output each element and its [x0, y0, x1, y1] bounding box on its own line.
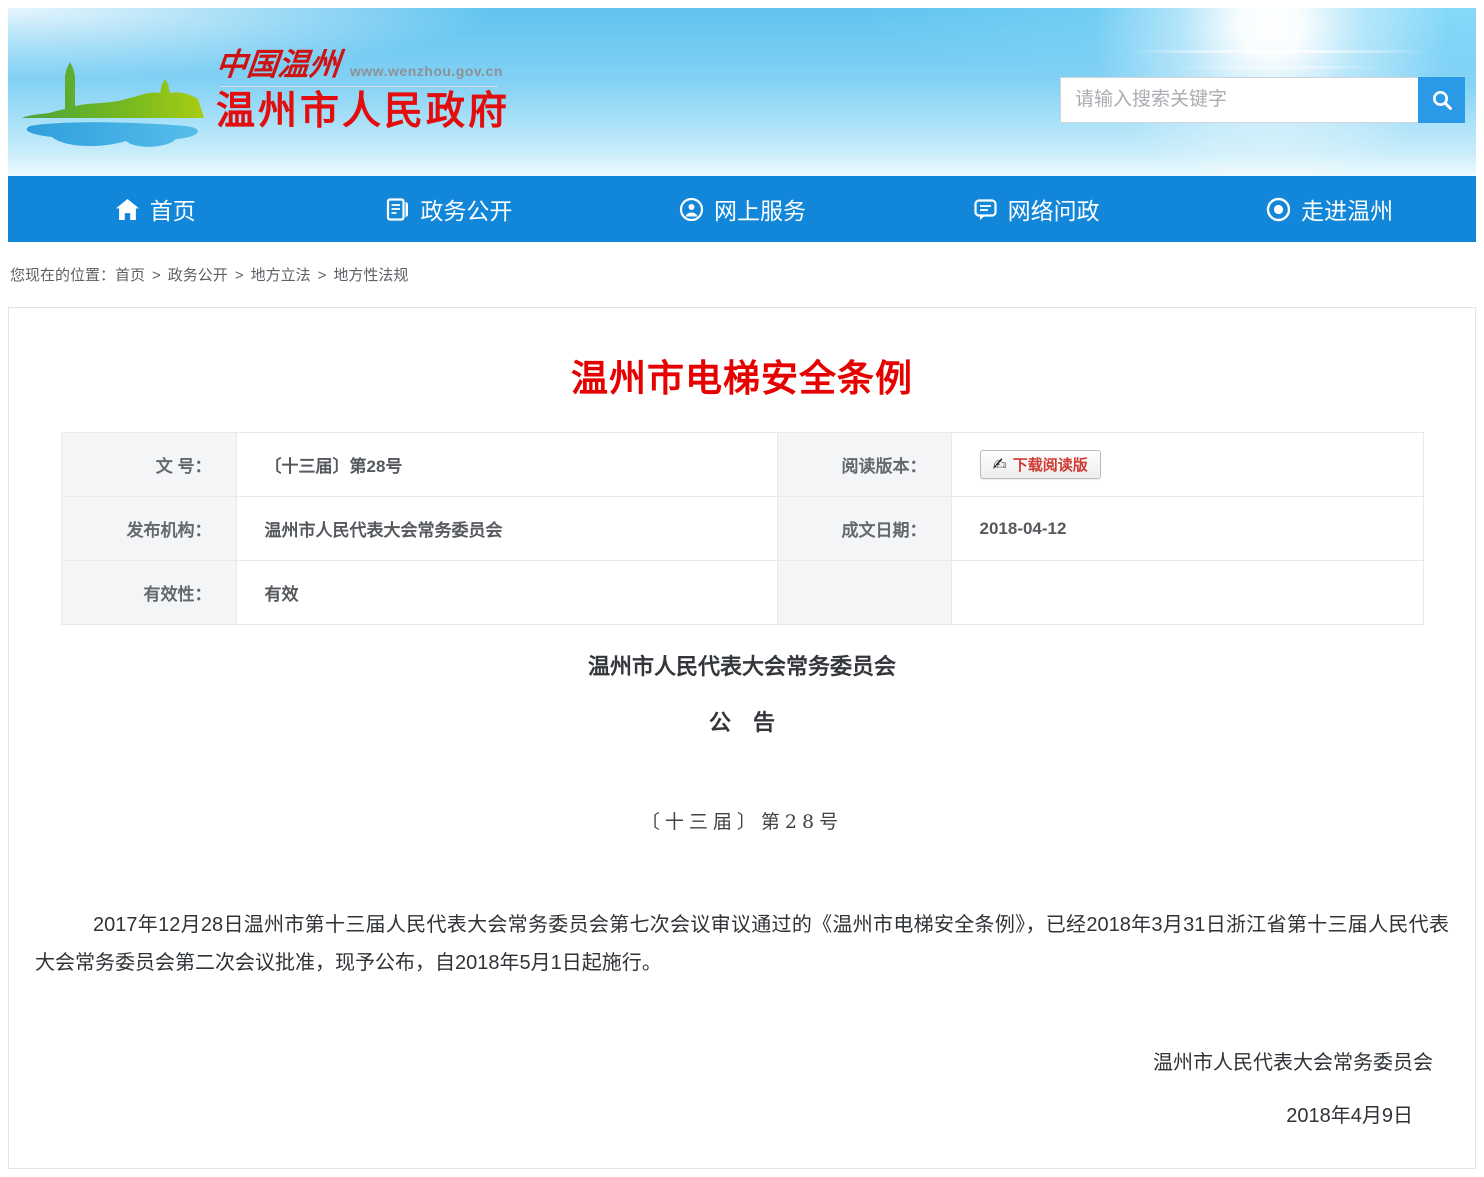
logo-text: 中国温州 www.wenzhou.gov.cn 温州市人民政府: [216, 38, 510, 134]
issuing-org-heading: 温州市人民代表大会常务委员会: [9, 649, 1475, 681]
breadcrumb-separator: >: [152, 267, 161, 284]
validity-value: 有效: [236, 561, 777, 625]
breadcrumb-link-local-regulations[interactable]: 地方性法规: [333, 267, 408, 284]
nav-label: 政务公开: [420, 192, 512, 226]
doc-number-line: 〔十三届〕第28号: [9, 807, 1475, 834]
table-row: 有效性： 有效: [61, 561, 1423, 625]
breadcrumb-separator: >: [235, 267, 244, 284]
table-row: 发布机构： 温州市人民代表大会常务委员会 成文日期： 2018-04-12: [61, 497, 1423, 561]
sun-glare-decoration: [1168, 66, 1388, 69]
article-container: 温州市电梯安全条例 文 号： 〔十三届〕第28号 阅读版本： ✍ 下载阅读版 发布…: [8, 307, 1476, 1169]
date-label: 成文日期：: [777, 497, 951, 561]
page-title: 温州市电梯安全条例: [9, 348, 1475, 402]
breadcrumb-link-gov-affairs[interactable]: 政务公开: [168, 267, 228, 284]
home-icon: [114, 196, 141, 223]
validity-label: 有效性：: [61, 561, 236, 625]
announcement-paragraph: 2017年12月28日温州市第十三届人民代表大会常务委员会第七次会议审议通过的《…: [35, 906, 1449, 982]
brand-script-text: 中国温州: [214, 50, 341, 81]
signature-date: 2018年4月9日: [9, 1099, 1413, 1128]
document-icon: [384, 196, 411, 223]
writing-hand-icon: ✍: [993, 455, 1007, 475]
search-input[interactable]: [1060, 77, 1418, 123]
nav-item-gov-affairs[interactable]: 政务公开: [302, 176, 596, 242]
download-reading-version-button[interactable]: ✍ 下载阅读版: [980, 450, 1101, 479]
signature-org: 温州市人民代表大会常务委员会: [9, 1046, 1433, 1075]
page: 中国温州 www.wenzhou.gov.cn 温州市人民政府: [8, 8, 1476, 1169]
chat-bubble-icon: [972, 196, 999, 223]
download-button-label: 下载阅读版: [1013, 454, 1088, 475]
issuing-body-value: 温州市人民代表大会常务委员会: [236, 497, 777, 561]
sun-glare-decoration: [1128, 50, 1428, 53]
table-row: 文 号： 〔十三届〕第28号 阅读版本： ✍ 下载阅读版: [61, 433, 1423, 497]
announcement-heading: 公 告: [9, 705, 1475, 737]
service-headset-icon: [678, 196, 705, 223]
breadcrumb-prefix: 您现在的位置：: [10, 267, 115, 284]
nav-item-public-inquiry[interactable]: 网络问政: [889, 176, 1183, 242]
empty-label-cell: [777, 561, 951, 625]
doc-number-label: 文 号：: [61, 433, 236, 497]
document-meta-table: 文 号： 〔十三届〕第28号 阅读版本： ✍ 下载阅读版 发布机构： 温州市人民代…: [61, 432, 1424, 625]
nav-label: 网络问政: [1008, 192, 1100, 226]
brand-url-text: www.wenzhou.gov.cn: [350, 63, 503, 81]
nav-label: 首页: [150, 192, 196, 226]
reading-version-label: 阅读版本：: [777, 433, 951, 497]
nav-label: 走进温州: [1301, 192, 1393, 226]
reading-version-cell: ✍ 下载阅读版: [951, 433, 1423, 497]
logo-divider: [220, 86, 498, 87]
magnifier-icon: [1430, 88, 1454, 112]
search-box: [1060, 77, 1465, 123]
nav-item-home[interactable]: 首页: [8, 176, 302, 242]
search-button[interactable]: [1418, 77, 1465, 123]
wenzhou-landscape-logo-icon: [18, 38, 208, 150]
nav-item-online-services[interactable]: 网上服务: [595, 176, 889, 242]
site-title: 温州市人民政府: [216, 91, 510, 134]
nav-item-enter-wenzhou[interactable]: 走进温州: [1182, 176, 1476, 242]
breadcrumb: 您现在的位置：首页 > 政务公开 > 地方立法 > 地方性法规: [8, 242, 1476, 307]
breadcrumb-link-local-legislation[interactable]: 地方立法: [251, 267, 311, 284]
doc-number-value: 〔十三届〕第28号: [236, 433, 777, 497]
nav-label: 网上服务: [714, 192, 806, 226]
empty-value-cell: [951, 561, 1423, 625]
site-header: 中国温州 www.wenzhou.gov.cn 温州市人民政府: [8, 8, 1476, 176]
issuing-body-label: 发布机构：: [61, 497, 236, 561]
breadcrumb-link-home[interactable]: 首页: [115, 267, 145, 284]
date-value: 2018-04-12: [951, 497, 1423, 561]
target-icon: [1265, 196, 1292, 223]
site-logo[interactable]: 中国温州 www.wenzhou.gov.cn 温州市人民政府: [18, 38, 510, 150]
main-nav: 首页 政务公开 网上服务: [8, 176, 1476, 242]
breadcrumb-separator: >: [318, 267, 327, 284]
